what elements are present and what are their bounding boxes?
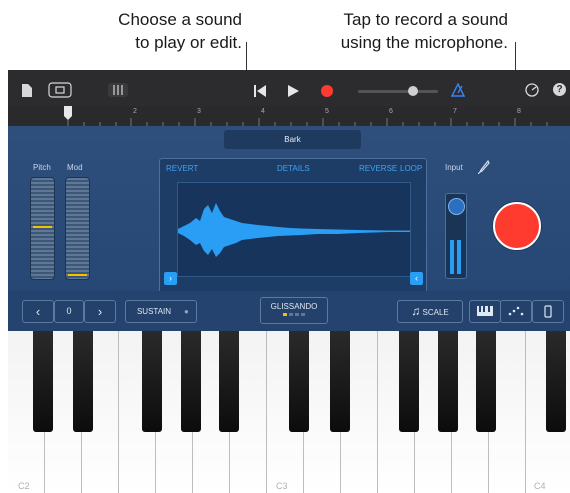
chevron-right-icon: › [97, 304, 103, 319]
black-key[interactable] [73, 331, 93, 432]
ruler-mark-5: 5 [325, 108, 329, 115]
black-key[interactable] [33, 331, 53, 432]
sound-name-label: Bark [284, 135, 301, 144]
ruler-mark-2: 2 [133, 108, 137, 115]
octave-down-button[interactable]: ‹ [22, 300, 54, 323]
scale-button[interactable]: ♫ SCALE [397, 300, 463, 323]
volume-slider[interactable] [358, 86, 438, 96]
key-label-c3: C3 [276, 481, 288, 491]
waveform-frame [177, 182, 411, 277]
mod-wheel-indicator [68, 274, 87, 276]
start-handle[interactable]: › [164, 272, 177, 285]
help-icon[interactable]: ? [553, 83, 566, 96]
ruler-mark-6: 6 [389, 108, 393, 115]
play-icon[interactable] [288, 85, 299, 97]
loop-button[interactable]: LOOP [400, 164, 422, 173]
input-level-meter[interactable] [445, 193, 467, 279]
input-level-bar-right [457, 240, 461, 274]
view-toggle-icon[interactable] [48, 82, 72, 98]
document-icon[interactable] [22, 84, 32, 97]
ruler-mark-8: 8 [517, 108, 521, 115]
black-key[interactable] [181, 331, 201, 432]
callout-record-line1: Tap to record a sound [343, 10, 508, 29]
ruler-mark-4: 4 [261, 108, 265, 115]
octave-value: 0 [54, 300, 84, 323]
glissando-button[interactable]: GLISSANDO [260, 297, 328, 324]
glissando-indicator [261, 313, 327, 316]
start-handle-chevron-icon: › [169, 273, 172, 283]
callout-sound-select: Choose a sound to play or edit. [80, 8, 242, 54]
revert-button[interactable]: REVERT [166, 164, 198, 173]
pitch-label: Pitch [33, 163, 51, 172]
pitch-wheel[interactable] [30, 177, 55, 280]
chevron-left-icon: ‹ [35, 304, 41, 319]
music-note-icon: ♫ [411, 304, 421, 318]
callout-record-line2: using the microphone. [340, 33, 508, 52]
metronome-icon[interactable] [451, 83, 465, 97]
waveform-area[interactable]: REVERT DETAILS REVERSE LOOP › ‹ [159, 158, 427, 293]
mixer-icon[interactable] [107, 82, 129, 98]
black-key[interactable] [330, 331, 350, 432]
ruler-mark-3: 3 [197, 108, 201, 115]
waveform-shape [178, 203, 410, 257]
input-level-knob[interactable] [448, 198, 465, 215]
device-icon [544, 305, 552, 318]
timeline-ruler[interactable]: 2 3 4 5 6 7 8 [8, 106, 570, 126]
black-key[interactable] [289, 331, 309, 432]
black-key[interactable] [476, 331, 496, 432]
keyboard-view-button[interactable] [469, 300, 501, 323]
ruler-mark-7: 7 [453, 108, 457, 115]
reverse-button[interactable]: REVERSE [359, 164, 397, 173]
glissando-label: GLISSANDO [270, 302, 318, 311]
settings-panel-button[interactable] [532, 300, 564, 323]
end-handle[interactable]: ‹ [410, 272, 423, 285]
controls-bar: ‹ 0 › SUSTAIN ● GLISSANDO ♫ SCALE [8, 291, 570, 331]
scale-label: SCALE [422, 308, 449, 317]
mod-wheel[interactable] [65, 177, 90, 280]
callout-record: Tap to record a sound using the micropho… [290, 8, 508, 54]
mod-label: Mod [67, 163, 83, 172]
arpeggiator-icon [508, 306, 524, 316]
black-key[interactable] [438, 331, 458, 432]
key-label-c2: C2 [18, 481, 30, 491]
settings-icon[interactable] [525, 83, 539, 97]
black-key[interactable] [219, 331, 239, 432]
piano-keys-icon [477, 306, 493, 316]
black-key[interactable] [399, 331, 419, 432]
end-handle-chevron-icon: ‹ [415, 273, 418, 283]
input-label: Input [445, 163, 463, 172]
octave-value-label: 0 [66, 306, 72, 316]
ruler-ticks [64, 106, 548, 126]
sustain-label: SUSTAIN [136, 307, 172, 316]
input-level-bar-left [450, 240, 454, 274]
input-settings-icon[interactable] [478, 160, 490, 174]
volume-slider-knob[interactable] [408, 86, 418, 96]
black-key[interactable] [546, 331, 566, 432]
details-button[interactable]: DETAILS [277, 164, 310, 173]
black-key[interactable] [142, 331, 162, 432]
key-label-c4: C4 [534, 481, 546, 491]
octave-up-button[interactable]: › [84, 300, 116, 323]
record-icon[interactable] [321, 85, 333, 97]
rewind-icon[interactable] [254, 85, 266, 97]
lock-icon: ● [184, 307, 189, 316]
sustain-button[interactable]: SUSTAIN ● [125, 300, 197, 323]
piano-keyboard: C2 C3 C4 [8, 331, 570, 493]
callout-sound-select-line1: Choose a sound [118, 10, 242, 29]
record-sound-button[interactable] [493, 202, 541, 250]
top-toolbar: ? [8, 70, 570, 110]
pitch-wheel-indicator [33, 226, 52, 228]
arpeggiator-button[interactable] [500, 300, 532, 323]
sound-name-button[interactable]: Bark [224, 130, 361, 149]
callout-sound-select-line2: to play or edit. [135, 33, 242, 52]
sampler-panel: Bark Pitch Mod REVERT DETAILS REVERSE LO… [8, 126, 570, 331]
